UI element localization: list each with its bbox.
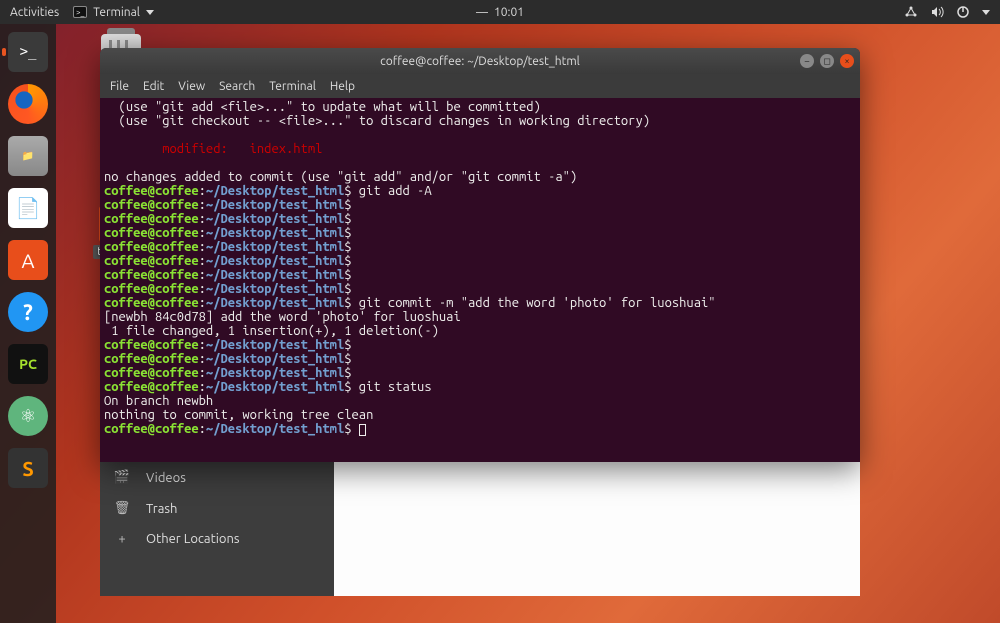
menu-file[interactable]: File xyxy=(110,80,129,93)
dock-firefox[interactable] xyxy=(8,84,48,124)
sidebar-item-trash[interactable]: 🗑 Trash xyxy=(100,493,334,524)
dock-software-center[interactable]: A xyxy=(8,240,48,280)
network-icon[interactable] xyxy=(904,5,918,19)
window-close-button[interactable]: × xyxy=(840,54,854,68)
menu-view[interactable]: View xyxy=(178,80,205,93)
menu-search[interactable]: Search xyxy=(219,80,255,93)
terminal-icon: >_ xyxy=(73,6,87,18)
menu-edit[interactable]: Edit xyxy=(143,80,164,93)
clock-dash: — xyxy=(476,6,488,19)
window-minimize-button[interactable]: – xyxy=(800,54,814,68)
sidebar-videos-label: Videos xyxy=(146,471,186,485)
chevron-down-icon xyxy=(146,10,154,15)
files-sidebar: 🎬 Videos 🗑 Trash + Other Locations xyxy=(100,462,334,596)
files-content-area[interactable] xyxy=(334,462,860,596)
sidebar-item-videos[interactable]: 🎬 Videos xyxy=(100,462,334,493)
app-menu-label: Terminal xyxy=(93,6,140,19)
dock-pycharm[interactable]: PC xyxy=(8,344,48,384)
menu-terminal[interactable]: Terminal xyxy=(269,80,316,93)
activities-button[interactable]: Activities xyxy=(10,6,59,19)
system-menu-chevron-icon[interactable] xyxy=(982,10,990,15)
dock-sublime-text[interactable]: S xyxy=(8,448,48,488)
terminal-cursor xyxy=(359,424,366,436)
terminal-body[interactable]: (use "git add <file>..." to update what … xyxy=(100,98,860,462)
plus-icon: + xyxy=(114,532,130,546)
terminal-menubar: File Edit View Search Terminal Help xyxy=(100,74,860,98)
sidebar-trash-label: Trash xyxy=(146,502,177,516)
dock-atom[interactable]: ⚛ xyxy=(8,396,48,436)
dock: >_ 📁 📄 A ? PC ⚛ S xyxy=(0,24,56,623)
dock-libreoffice-writer[interactable]: 📄 xyxy=(8,188,48,228)
clock[interactable]: — 10:01 xyxy=(476,6,524,19)
dock-terminal[interactable]: >_ xyxy=(8,32,48,72)
menu-help[interactable]: Help xyxy=(330,80,355,93)
app-menu[interactable]: >_ Terminal xyxy=(73,6,154,19)
dock-help[interactable]: ? xyxy=(8,292,48,332)
speaker-icon[interactable] xyxy=(930,5,944,19)
terminal-titlebar[interactable]: coffee@coffee: ~/Desktop/test_html – ◻ × xyxy=(100,48,860,74)
dock-files[interactable]: 📁 xyxy=(8,136,48,176)
terminal-window: coffee@coffee: ~/Desktop/test_html – ◻ ×… xyxy=(100,48,860,462)
sidebar-other-label: Other Locations xyxy=(146,532,240,546)
power-icon[interactable] xyxy=(956,5,970,19)
clock-time: 10:01 xyxy=(494,6,524,19)
videos-icon: 🎬 xyxy=(114,470,130,485)
terminal-title: coffee@coffee: ~/Desktop/test_html xyxy=(380,55,580,68)
sidebar-item-other-locations[interactable]: + Other Locations xyxy=(100,524,334,554)
top-bar: Activities >_ Terminal — 10:01 xyxy=(0,0,1000,24)
trash-small-icon: 🗑 xyxy=(114,501,130,516)
window-maximize-button[interactable]: ◻ xyxy=(820,54,834,68)
